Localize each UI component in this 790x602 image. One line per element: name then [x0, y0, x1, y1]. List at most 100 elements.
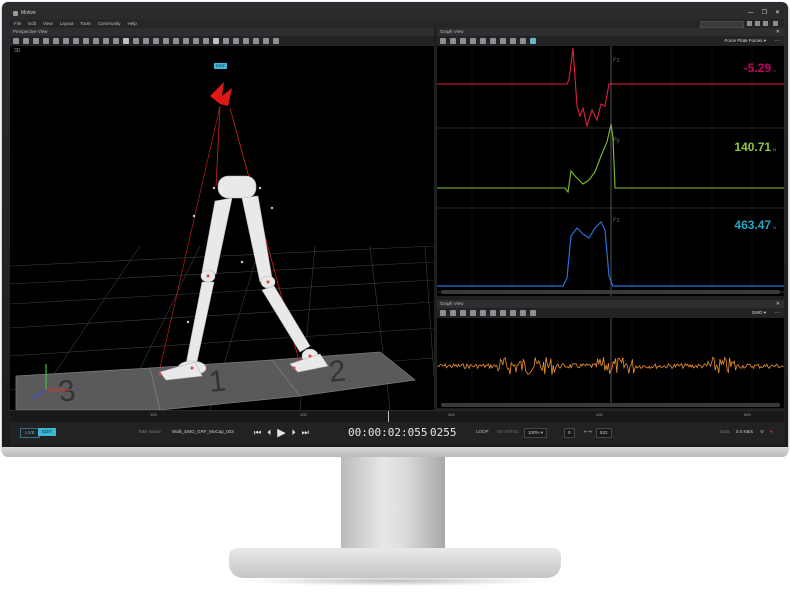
emg-graph[interactable] — [437, 318, 784, 404]
step-back-icon[interactable]: ⏴ — [267, 427, 271, 439]
clear-icon[interactable] — [520, 310, 526, 316]
menu-help[interactable]: Help — [128, 19, 137, 28]
camera-view-icon[interactable] — [193, 38, 199, 44]
layout-icon[interactable] — [747, 21, 752, 26]
video-icon[interactable] — [33, 38, 39, 44]
pin-icon[interactable] — [510, 38, 516, 44]
measure-icon[interactable] — [93, 38, 99, 44]
cursor-icon[interactable] — [123, 38, 129, 44]
fit-y-icon[interactable] — [440, 38, 446, 44]
zoom-fit-icon[interactable] — [73, 38, 79, 44]
add-icon[interactable] — [490, 310, 496, 316]
reverse-toggle[interactable]: REVERSE — [497, 429, 519, 435]
layout-icon[interactable] — [13, 38, 19, 44]
minimize-button[interactable]: — — [748, 8, 754, 19]
clear-icon[interactable] — [520, 38, 526, 44]
live-mode-button[interactable]: LIVE — [20, 428, 40, 438]
more-icon[interactable]: ··· — [775, 38, 780, 44]
force-graph[interactable] — [437, 46, 784, 296]
settings-icon[interactable] — [253, 38, 259, 44]
menu-tools[interactable]: Tools — [80, 19, 91, 28]
fit-x-icon[interactable] — [450, 310, 456, 316]
skip-to-end-icon[interactable]: ⏭ — [302, 427, 309, 439]
ruler-icon[interactable] — [103, 38, 109, 44]
menu-view[interactable]: View — [43, 19, 53, 28]
capture-volume-icon[interactable] — [163, 38, 169, 44]
layout-icon[interactable] — [755, 21, 760, 26]
play-icon[interactable]: ▶ — [277, 427, 285, 439]
force-y-line — [437, 123, 784, 194]
timeline-tick: 200 — [300, 412, 307, 417]
close-button[interactable]: ✕ — [775, 8, 780, 19]
zoom-icon[interactable] — [460, 38, 466, 44]
layout-icon[interactable] — [773, 21, 778, 26]
pen-icon[interactable] — [500, 38, 506, 44]
settings-icon[interactable]: ⚙ — [760, 429, 764, 435]
pin-icon[interactable] — [273, 38, 279, 44]
rotate-icon[interactable] — [83, 38, 89, 44]
close-icon[interactable]: ✕ — [776, 28, 780, 36]
graph-layout-dropdown[interactable]: Force Plate Forces ▾ — [724, 38, 766, 44]
filter-icon[interactable] — [470, 38, 476, 44]
skip-to-start-icon[interactable]: ⏮ — [254, 427, 261, 439]
force-plate-icon[interactable] — [243, 38, 249, 44]
zoom-out-icon[interactable] — [63, 38, 69, 44]
lock-icon[interactable] — [530, 38, 536, 44]
brush-icon[interactable] — [153, 38, 159, 44]
timeline-tick: 300 — [448, 412, 455, 417]
close-icon[interactable]: ✕ — [776, 300, 780, 308]
frame-number[interactable]: 0255 — [430, 426, 457, 439]
filter-icon[interactable] — [470, 310, 476, 316]
data-rate-label: Data — [720, 429, 730, 434]
plate-number: 1 — [207, 364, 227, 399]
range-icon[interactable]: ⇤⇥ — [584, 429, 592, 435]
horizontal-scrollbar[interactable] — [441, 403, 780, 407]
menu-layout[interactable]: Layout — [60, 19, 74, 28]
fit-y-icon[interactable] — [440, 310, 446, 316]
layout-icon[interactable] — [763, 21, 768, 26]
playback-speed-dropdown[interactable]: 100% ▾ — [524, 428, 548, 438]
pin-icon[interactable] — [510, 310, 516, 316]
marker-icon[interactable] — [173, 38, 179, 44]
zoom-in-icon[interactable] — [53, 38, 59, 44]
pen-icon[interactable] — [500, 310, 506, 316]
menu-community[interactable]: Community — [98, 19, 121, 28]
panel-title: Graph View — [440, 301, 464, 306]
viewport-3d[interactable]: 3 1 2 — [10, 46, 434, 410]
lock-icon[interactable] — [263, 38, 269, 44]
skeleton-icon[interactable] — [213, 38, 219, 44]
play-icon[interactable] — [183, 38, 189, 44]
force-vector — [159, 82, 301, 369]
zoom-icon[interactable] — [460, 310, 466, 316]
delete-icon[interactable] — [480, 310, 486, 316]
menu-edit[interactable]: Edit — [28, 19, 36, 28]
add-icon[interactable] — [490, 38, 496, 44]
loop-toggle[interactable]: LOOP — [476, 429, 489, 435]
take-name-label: Take Name — [138, 429, 161, 434]
rigidbody-icon[interactable] — [233, 38, 239, 44]
menu-file[interactable]: File — [14, 19, 21, 28]
take-name-value[interactable]: Walk_EMG_GRF_MoCap_003 — [172, 429, 234, 435]
layout-dropdown[interactable] — [700, 21, 744, 28]
maximize-button[interactable]: ❐ — [762, 8, 767, 19]
eye-icon[interactable] — [223, 38, 229, 44]
grid-icon[interactable] — [43, 38, 49, 44]
out-frame-field[interactable]: 522 — [596, 428, 612, 438]
edit-mode-button[interactable]: EDIT — [38, 428, 57, 436]
horizontal-scrollbar[interactable] — [441, 290, 780, 294]
select-icon[interactable] — [113, 38, 119, 44]
monitor-bezel: Motive — ❐ ✕ File Edit View Layout Tools… — [2, 2, 788, 454]
delete-icon[interactable] — [480, 38, 486, 44]
emg-signal-line — [437, 356, 784, 375]
camera-icon[interactable] — [23, 38, 29, 44]
more-icon[interactable]: ··· — [775, 310, 780, 316]
lock-icon[interactable] — [530, 310, 536, 316]
visibility-icon[interactable] — [203, 38, 209, 44]
scale-icon[interactable] — [143, 38, 149, 44]
graph-layout-dropdown[interactable]: EMG ▾ — [752, 310, 766, 316]
step-forward-icon[interactable]: ⏵ — [292, 427, 296, 439]
record-icon[interactable]: ● — [770, 429, 773, 435]
fit-x-icon[interactable] — [450, 38, 456, 44]
in-frame-field[interactable]: 0 — [564, 428, 575, 438]
move-icon[interactable] — [133, 38, 139, 44]
